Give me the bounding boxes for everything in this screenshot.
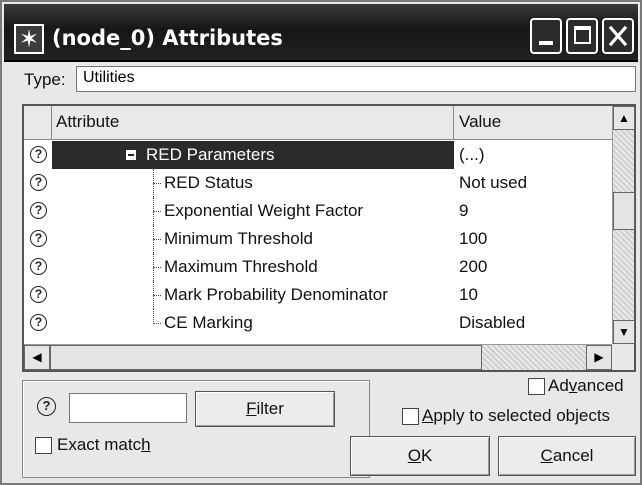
attribute-name: Maximum Threshold (164, 257, 318, 276)
filter-input[interactable] (69, 393, 187, 423)
close-button[interactable] (602, 18, 634, 54)
advanced-label[interactable]: Advanced (548, 376, 624, 396)
tree-branch (153, 267, 161, 268)
column-header-attribute[interactable]: Attribute (52, 106, 454, 140)
scroll-down-button[interactable]: ▼ (613, 320, 635, 344)
attribute-cell[interactable]: CE Marking (52, 309, 454, 337)
horizontal-scrollbar[interactable]: ◀ ▶ (24, 344, 612, 370)
arrow-down-icon: ▼ (618, 325, 630, 339)
help-icon[interactable]: ? (30, 202, 47, 219)
maximize-icon (574, 26, 591, 44)
vertical-scroll-thumb[interactable] (613, 192, 635, 230)
table-row[interactable]: ? Maximum Threshold 200 (24, 253, 612, 281)
table-row[interactable]: ? Exponential Weight Factor 9 (24, 197, 612, 225)
grid-header: Attribute Value (24, 106, 612, 140)
value-cell[interactable]: (...) (455, 141, 612, 169)
table-row[interactable]: ? Mark Probability Denominator 10 (24, 281, 612, 309)
collapse-icon[interactable] (126, 150, 136, 160)
tree-branch (153, 295, 161, 296)
ok-button-label: OK (407, 446, 433, 465)
attribute-name: Mark Probability Denominator (164, 285, 388, 304)
filter-group: ? Filter Exact match (22, 380, 370, 478)
apply-to-selected-label[interactable]: Apply to selected objects (422, 406, 610, 426)
attribute-cell[interactable]: Maximum Threshold (52, 253, 454, 281)
minimize-icon (539, 41, 553, 45)
type-field[interactable]: Utilities (76, 66, 636, 92)
value-cell[interactable]: Not used (455, 169, 612, 197)
grid-rows: ? RED Parameters (...) ? RED Status Not … (24, 141, 612, 337)
filter-button-label: Filter (246, 399, 284, 418)
help-icon[interactable]: ? (30, 258, 47, 275)
tree-branch (153, 323, 161, 324)
table-row[interactable]: ? RED Parameters (...) (24, 141, 612, 169)
attribute-name: CE Marking (164, 313, 253, 332)
attribute-name: RED Parameters (146, 145, 275, 164)
tree-branch (153, 211, 161, 212)
close-icon (608, 25, 628, 47)
tree-branch (153, 183, 161, 184)
attribute-cell[interactable]: RED Parameters (52, 141, 454, 169)
value-cell[interactable]: 200 (455, 253, 612, 281)
attribute-cell[interactable]: Exponential Weight Factor (52, 197, 454, 225)
attribute-cell[interactable]: Mark Probability Denominator (52, 281, 454, 309)
title-bar[interactable]: ✶ (node_0) Attributes (4, 4, 638, 62)
tree-branch (153, 239, 161, 240)
header-corner (24, 106, 52, 140)
arrow-up-icon: ▲ (618, 111, 630, 125)
maximize-button[interactable] (566, 18, 598, 54)
cancel-button[interactable]: Cancel (498, 436, 636, 476)
ok-button[interactable]: OK (350, 436, 490, 476)
scrollbar-corner (612, 344, 634, 370)
value-cell[interactable]: 9 (455, 197, 612, 225)
attribute-name: Exponential Weight Factor (164, 201, 364, 220)
scroll-up-button[interactable]: ▲ (613, 106, 635, 130)
vertical-scrollbar[interactable]: ▲ ▼ (612, 106, 635, 344)
tree-line (153, 309, 154, 324)
arrow-left-icon: ◀ (32, 350, 42, 364)
help-icon[interactable]: ? (37, 397, 56, 416)
value-cell[interactable]: 10 (455, 281, 612, 309)
cancel-button-label: Cancel (540, 446, 594, 465)
exact-match-checkbox[interactable] (35, 437, 52, 454)
column-header-value[interactable]: Value (455, 106, 612, 140)
app-icon: ✶ (14, 24, 44, 54)
window-title: (node_0) Attributes (52, 26, 283, 50)
help-icon[interactable]: ? (30, 146, 47, 163)
minimize-button[interactable] (530, 18, 562, 54)
value-cell[interactable]: 100 (455, 225, 612, 253)
attribute-cell[interactable]: RED Status (52, 169, 454, 197)
attribute-cell[interactable]: Minimum Threshold (52, 225, 454, 253)
apply-to-selected-checkbox[interactable] (402, 408, 419, 425)
help-icon[interactable]: ? (30, 286, 47, 303)
help-icon[interactable]: ? (30, 314, 47, 331)
scroll-right-button[interactable]: ▶ (586, 345, 612, 370)
help-icon[interactable]: ? (30, 230, 47, 247)
advanced-checkbox[interactable] (528, 378, 545, 395)
table-row[interactable]: ? Minimum Threshold 100 (24, 225, 612, 253)
table-row[interactable]: ? CE Marking Disabled (24, 309, 612, 337)
attributes-grid: Attribute Value ? RED Parameters (...) ?… (22, 104, 636, 372)
exact-match-label[interactable]: Exact match (57, 435, 151, 455)
attribute-name: Minimum Threshold (164, 229, 313, 248)
horizontal-scroll-thumb[interactable] (50, 345, 482, 370)
attributes-dialog: ✶ (node_0) Attributes Type: Utilities At… (0, 0, 642, 485)
type-label: Type: (24, 70, 66, 89)
scroll-left-button[interactable]: ◀ (24, 345, 50, 370)
filter-button[interactable]: Filter (195, 391, 335, 427)
value-cell[interactable]: Disabled (455, 309, 612, 337)
table-row[interactable]: ? RED Status Not used (24, 169, 612, 197)
attribute-name: RED Status (164, 173, 253, 192)
arrow-right-icon: ▶ (594, 350, 604, 364)
help-icon[interactable]: ? (30, 174, 47, 191)
